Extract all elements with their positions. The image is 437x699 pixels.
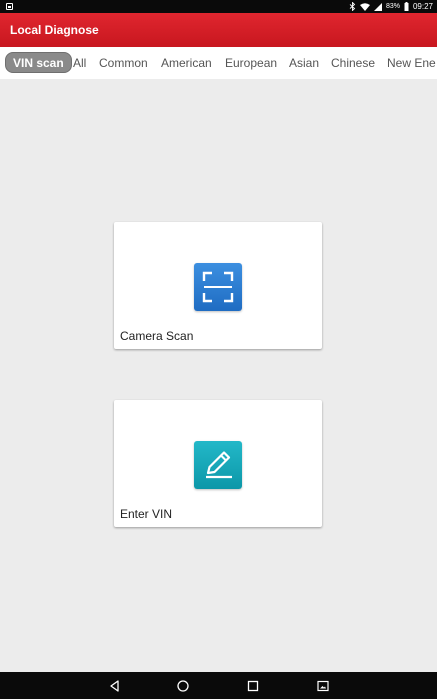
- tab-all[interactable]: All: [73, 47, 86, 79]
- tab-chinese[interactable]: Chinese: [331, 47, 375, 79]
- category-tabs: VIN scan All Common American European As…: [0, 47, 437, 79]
- signal-icon: [373, 2, 382, 11]
- battery-percent: 83%: [385, 3, 400, 10]
- screenshot-icon[interactable]: [315, 678, 331, 694]
- status-bar: 83% 09:27: [0, 0, 437, 13]
- tab-vin-scan[interactable]: VIN scan: [5, 52, 72, 73]
- recents-icon[interactable]: [245, 678, 261, 694]
- app-bar: Local Diagnose: [0, 13, 437, 47]
- tab-common[interactable]: Common: [99, 47, 148, 79]
- tab-asian[interactable]: Asian: [289, 47, 319, 79]
- bluetooth-icon: [349, 2, 356, 11]
- home-icon[interactable]: [175, 678, 191, 694]
- wifi-icon: [359, 2, 370, 11]
- status-time: 09:27: [412, 2, 433, 11]
- battery-icon: [404, 2, 409, 11]
- enter-vin-card[interactable]: Enter VIN: [114, 400, 322, 527]
- camera-scan-card[interactable]: Camera Scan: [114, 222, 322, 349]
- tab-european[interactable]: European: [225, 47, 277, 79]
- tab-new-energy[interactable]: New Ene: [387, 47, 436, 79]
- image-icon: [6, 3, 13, 10]
- page-title: Local Diagnose: [10, 23, 99, 37]
- tab-american[interactable]: American: [161, 47, 212, 79]
- navigation-bar: [0, 672, 437, 699]
- enter-vin-label: Enter VIN: [120, 507, 173, 521]
- scan-frame-icon: [194, 263, 242, 311]
- back-icon[interactable]: [107, 678, 123, 694]
- camera-scan-label: Camera Scan: [120, 329, 194, 343]
- pencil-edit-icon: [194, 441, 242, 489]
